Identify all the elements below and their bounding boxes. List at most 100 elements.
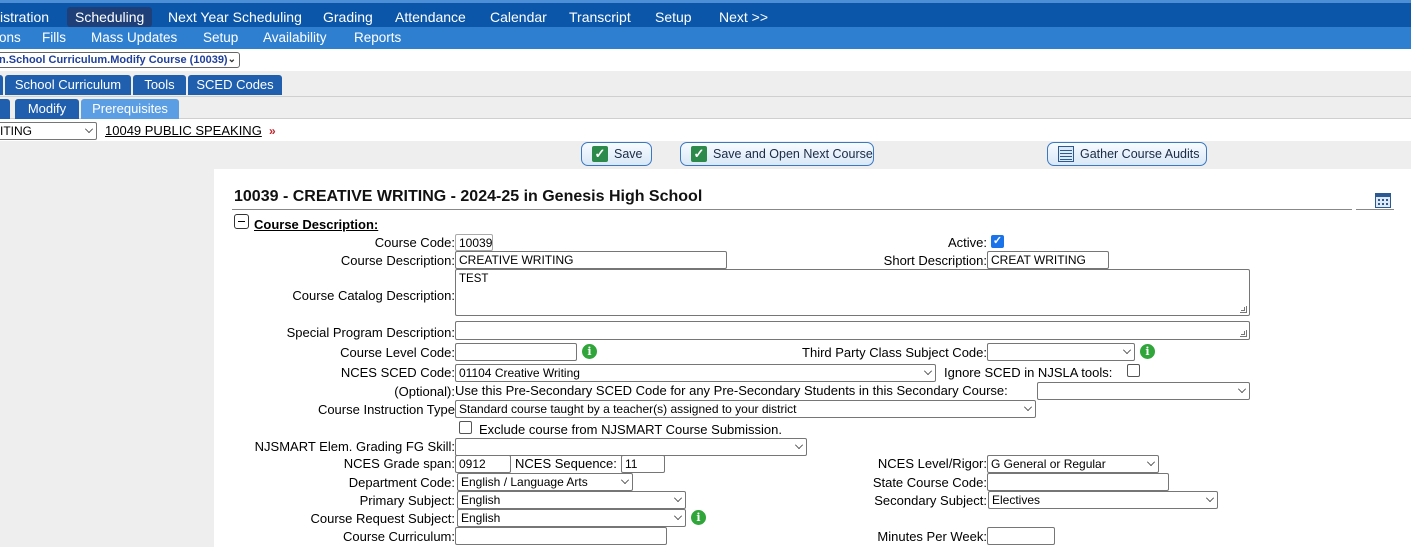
tab-prerequisites[interactable]: Prerequisites: [81, 99, 179, 119]
optional-label: (Optional):: [394, 384, 455, 399]
exclude-njsmart-label: Exclude course from NJSMART Course Submi…: [479, 422, 782, 437]
nav-scheduling[interactable]: Scheduling: [67, 7, 153, 27]
resize-grip-icon[interactable]: [1240, 306, 1247, 313]
nces-sced-label: NCES SCED Code:: [340, 365, 455, 380]
title-divider-right: [1356, 209, 1394, 210]
grade-span-field[interactable]: 0912: [455, 455, 511, 473]
course-select[interactable]: ITING: [0, 122, 97, 140]
tab-hidden-left-2[interactable]: [0, 99, 10, 119]
tab-tools[interactable]: Tools: [133, 75, 186, 95]
nav-administration[interactable]: istration: [0, 7, 57, 27]
info-icon[interactable]: i: [691, 510, 706, 525]
course-description-field[interactable]: CREATIVE WRITING: [455, 251, 727, 269]
course-code-field[interactable]: 10039: [455, 234, 493, 251]
breadcrumb-select[interactable]: n.School Curriculum.Modify Course (10039…: [0, 52, 240, 68]
chevron-down-icon: [85, 125, 93, 133]
nav-next[interactable]: Next >>: [711, 7, 776, 27]
info-icon[interactable]: i: [1140, 344, 1155, 359]
secondary-subject-select[interactable]: Electives: [988, 491, 1218, 509]
tab-modify[interactable]: Modify: [15, 99, 79, 119]
save-button[interactable]: ✓ Save: [581, 142, 652, 166]
grade-span-label: NCES Grade span:: [343, 456, 455, 471]
primary-nav: istration Scheduling Next Year Schedulin…: [0, 0, 1411, 30]
save-and-open-next-button[interactable]: ✓ Save and Open Next Course: [680, 142, 874, 166]
subnav-options[interactable]: ons: [0, 29, 21, 47]
primary-subject-select[interactable]: English: [457, 491, 686, 509]
catalog-description-textarea[interactable]: TEST: [455, 269, 1250, 316]
secondary-nav: ons Fills Mass Updates Setup Availabilit…: [0, 27, 1411, 49]
instruction-type-select[interactable]: Standard course taught by a teacher(s) a…: [455, 400, 1036, 418]
subnav-fills[interactable]: Fills: [42, 29, 66, 47]
chevron-down-icon: [621, 476, 629, 484]
course-level-label: Course Level Code:: [340, 345, 455, 360]
chevron-down-icon: [1123, 346, 1131, 354]
spreadsheet-icon: [1058, 146, 1074, 162]
ignore-sced-label: Ignore SCED in NJSLA tools:: [944, 365, 1113, 380]
secondary-subject-value: Electives: [992, 493, 1041, 507]
njsmart-skill-select[interactable]: [455, 438, 807, 456]
minutes-per-week-field[interactable]: [987, 527, 1055, 545]
department-label: Department Code:: [348, 475, 455, 490]
third-party-select[interactable]: [987, 343, 1135, 361]
tab-sced-codes[interactable]: SCED Codes: [188, 75, 282, 95]
breadcrumb-select-value: n.School Curriculum.Modify Course (10039…: [0, 54, 228, 66]
next-course-link[interactable]: 10049 PUBLIC SPEAKING: [105, 123, 262, 138]
primary-subject-label: Primary Subject:: [359, 493, 455, 508]
exclude-njsmart-checkbox[interactable]: [459, 421, 472, 434]
calendar-icon[interactable]: [1375, 193, 1391, 208]
course-level-field[interactable]: [455, 343, 577, 361]
title-divider: [232, 209, 1352, 210]
nav-transcript[interactable]: Transcript: [561, 7, 639, 27]
chevron-down-icon: [924, 367, 932, 375]
chevron-down-icon: [674, 494, 682, 502]
tab-row-bottom: Modify Prerequisites: [0, 97, 1411, 119]
state-course-field[interactable]: [987, 473, 1169, 491]
info-icon[interactable]: i: [582, 344, 597, 359]
chevron-down-icon: [1147, 458, 1155, 466]
nav-setup[interactable]: Setup: [647, 7, 700, 27]
tab-school-curriculum[interactable]: School Curriculum: [5, 75, 131, 95]
section-header: Course Description:: [254, 217, 379, 232]
nces-level-value: G General or Regular: [991, 457, 1106, 471]
subnav-availability[interactable]: Availability: [263, 29, 327, 47]
secondary-subject-label: Secondary Subject:: [874, 493, 987, 508]
request-subject-select[interactable]: English: [457, 509, 686, 527]
nav-grading[interactable]: Grading: [315, 7, 381, 27]
resize-grip-icon[interactable]: [1240, 330, 1247, 337]
nav-calendar[interactable]: Calendar: [482, 7, 555, 27]
request-subject-label: Course Request Subject:: [310, 511, 455, 526]
gather-course-audits-button[interactable]: Gather Course Audits: [1047, 142, 1207, 166]
chevron-down-icon: [1206, 494, 1214, 502]
checkmark-icon: ✓: [592, 146, 608, 162]
course-select-value: ITING: [0, 124, 32, 138]
nces-sequence-field[interactable]: 11: [621, 455, 665, 473]
course-description-label: Course Description:: [340, 253, 455, 268]
checkmark-icon: ✓: [691, 146, 707, 162]
nces-level-label: NCES Level/Rigor:: [877, 456, 987, 471]
nces-sced-select[interactable]: 01104 Creative Writing: [455, 364, 936, 382]
state-course-label: State Course Code:: [872, 475, 987, 490]
chevron-down-icon: [1024, 403, 1032, 411]
special-program-textarea[interactable]: [455, 321, 1250, 340]
nav-attendance[interactable]: Attendance: [387, 7, 474, 27]
subnav-setup[interactable]: Setup: [203, 29, 238, 47]
nces-level-select[interactable]: G General or Regular: [987, 455, 1159, 473]
short-description-label: Short Description:: [883, 253, 987, 268]
subnav-mass-updates[interactable]: Mass Updates: [91, 29, 177, 47]
curriculum-field[interactable]: [455, 527, 667, 545]
collapse-icon[interactable]: [234, 214, 249, 229]
chevron-down-icon: ⌄: [227, 54, 236, 65]
chevron-down-icon: [1238, 385, 1246, 393]
department-select[interactable]: English / Language Arts: [457, 473, 633, 491]
next-course-arrow[interactable]: »: [269, 124, 276, 138]
short-description-field[interactable]: CREAT WRITING: [987, 251, 1109, 269]
nav-next-year-scheduling[interactable]: Next Year Scheduling: [160, 7, 310, 27]
curriculum-label: Course Curriculum:: [343, 529, 455, 544]
left-panel: [0, 169, 214, 547]
optional-sced-select[interactable]: [1037, 382, 1250, 400]
tab-hidden-left[interactable]: [0, 75, 3, 95]
subnav-reports[interactable]: Reports: [354, 29, 401, 47]
instruction-type-value: Standard course taught by a teacher(s) a…: [459, 402, 797, 416]
ignore-sced-checkbox[interactable]: [1127, 364, 1140, 377]
active-checkbox[interactable]: ✓: [991, 235, 1004, 248]
